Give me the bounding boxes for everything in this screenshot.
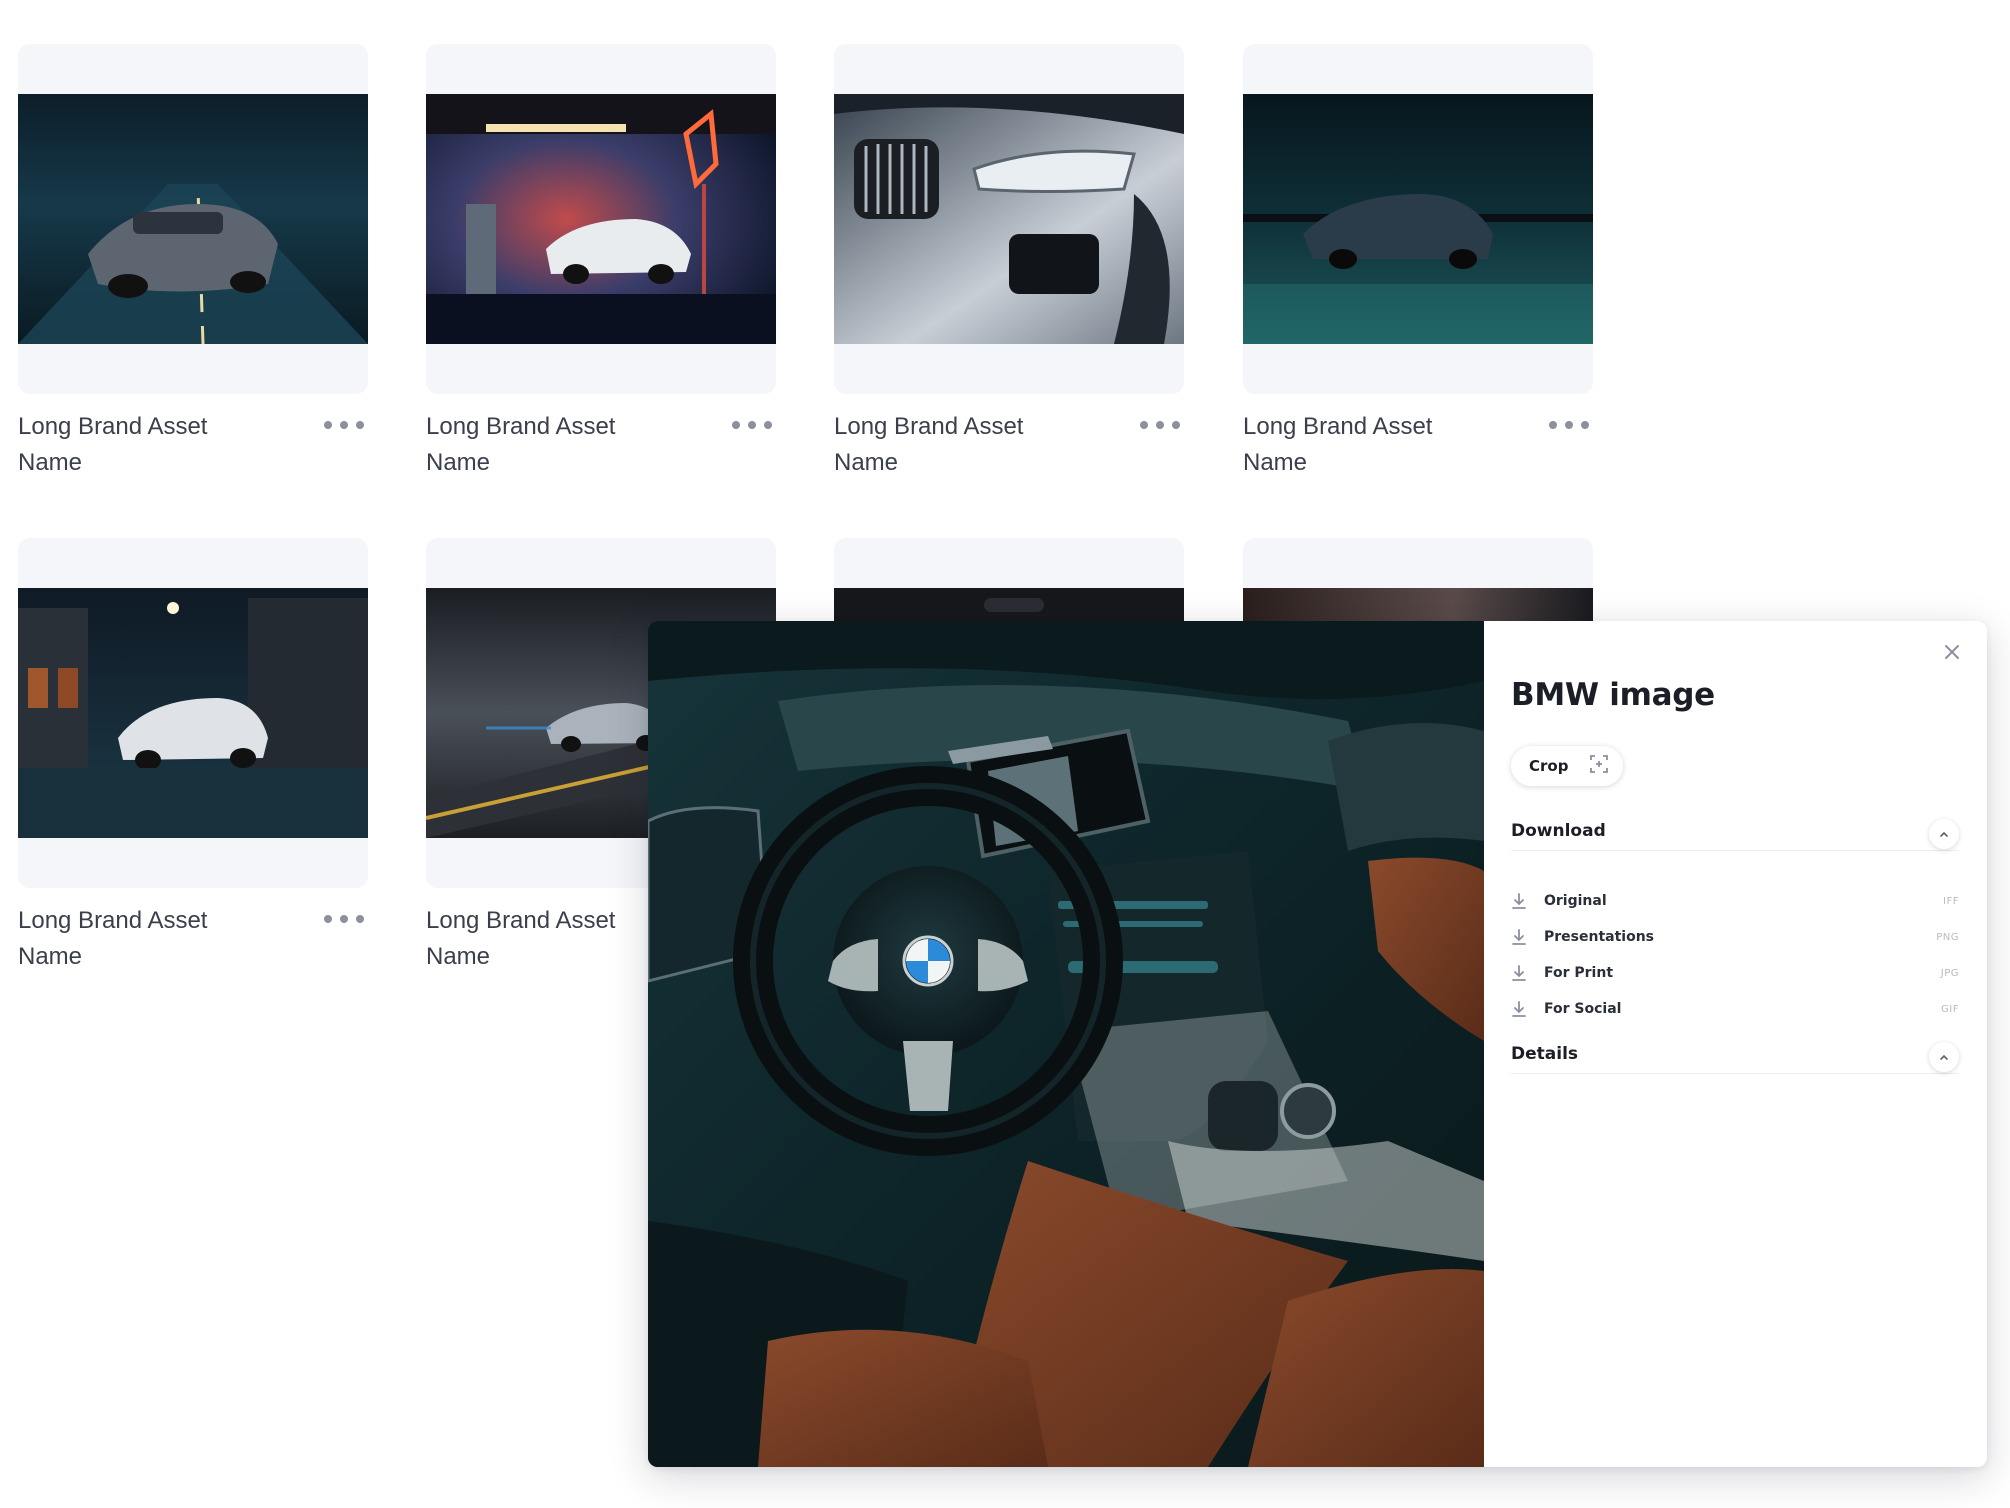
asset-card[interactable]: Long Brand Asset Name — [426, 44, 776, 499]
asset-thumbnail-frame[interactable] — [834, 44, 1184, 394]
download-icon — [1511, 999, 1529, 1019]
crop-icon — [1589, 754, 1609, 779]
download-section-title: Download — [1511, 820, 1606, 841]
more-options-icon[interactable] — [732, 415, 772, 435]
download-options-list: Original IFF Presentations PNG For Print… — [1511, 883, 1959, 1027]
close-icon[interactable] — [1939, 639, 1965, 665]
details-section-title: Details — [1511, 1043, 1579, 1064]
more-options-icon[interactable] — [324, 415, 364, 435]
asset-detail-modal: BMW image Crop Download Original IFF Pre… — [648, 621, 1987, 1467]
download-option-format: PNG — [1936, 932, 1959, 943]
asset-card[interactable]: Long Brand Asset Name — [18, 44, 368, 499]
download-option-label: Presentations — [1544, 929, 1655, 945]
asset-name: Long Brand Asset Name — [426, 413, 616, 476]
download-section-header[interactable]: Download — [1511, 811, 1959, 851]
crop-button[interactable]: Crop — [1511, 746, 1623, 786]
download-icon — [1511, 891, 1529, 911]
more-options-icon[interactable] — [324, 909, 364, 929]
more-options-icon[interactable] — [1549, 415, 1589, 435]
download-option-label: For Social — [1544, 1001, 1622, 1017]
asset-thumbnail — [426, 94, 776, 344]
download-option-format: JPG — [1940, 968, 1959, 979]
crop-button-label: Crop — [1529, 757, 1569, 775]
asset-thumbnail-frame[interactable] — [18, 538, 368, 888]
download-option-label: For Print — [1544, 965, 1614, 981]
asset-card[interactable]: Long Brand Asset Name — [18, 538, 368, 993]
asset-name: Long Brand Asset Name — [18, 413, 208, 476]
download-option-format: IFF — [1943, 896, 1959, 907]
asset-name: Long Brand Asset Name — [18, 907, 208, 970]
download-option-label: Original — [1544, 893, 1607, 909]
download-option-format: GIF — [1941, 1004, 1959, 1015]
asset-card[interactable]: Long Brand Asset Name — [834, 44, 1184, 499]
asset-thumbnail — [18, 94, 368, 344]
chevron-up-icon[interactable] — [1929, 1041, 1959, 1072]
asset-thumbnail-frame[interactable] — [1243, 44, 1593, 394]
asset-thumbnail-frame[interactable] — [18, 44, 368, 394]
asset-name: Long Brand Asset Name — [834, 413, 1024, 476]
asset-name: Long Brand Asset Name — [426, 907, 616, 970]
asset-title: BMW image — [1511, 677, 1715, 713]
more-options-icon[interactable] — [1140, 415, 1180, 435]
asset-thumbnail-frame[interactable] — [426, 44, 776, 394]
asset-name: Long Brand Asset Name — [1243, 413, 1433, 476]
chevron-up-icon[interactable] — [1929, 818, 1959, 849]
asset-thumbnail — [18, 588, 368, 838]
asset-thumbnail — [1243, 94, 1593, 344]
asset-card[interactable]: Long Brand Asset Name — [1243, 44, 1593, 499]
download-icon — [1511, 927, 1529, 947]
asset-preview-image — [648, 621, 1484, 1467]
download-icon — [1511, 963, 1529, 983]
download-option-for-social[interactable]: For Social GIF — [1511, 991, 1959, 1027]
asset-thumbnail — [834, 94, 1184, 344]
download-option-original[interactable]: Original IFF — [1511, 883, 1959, 919]
asset-side-panel: BMW image Crop Download Original IFF Pre… — [1484, 621, 1987, 1467]
details-section-header[interactable]: Details — [1511, 1034, 1959, 1074]
download-option-presentations[interactable]: Presentations PNG — [1511, 919, 1959, 955]
download-option-for-print[interactable]: For Print JPG — [1511, 955, 1959, 991]
